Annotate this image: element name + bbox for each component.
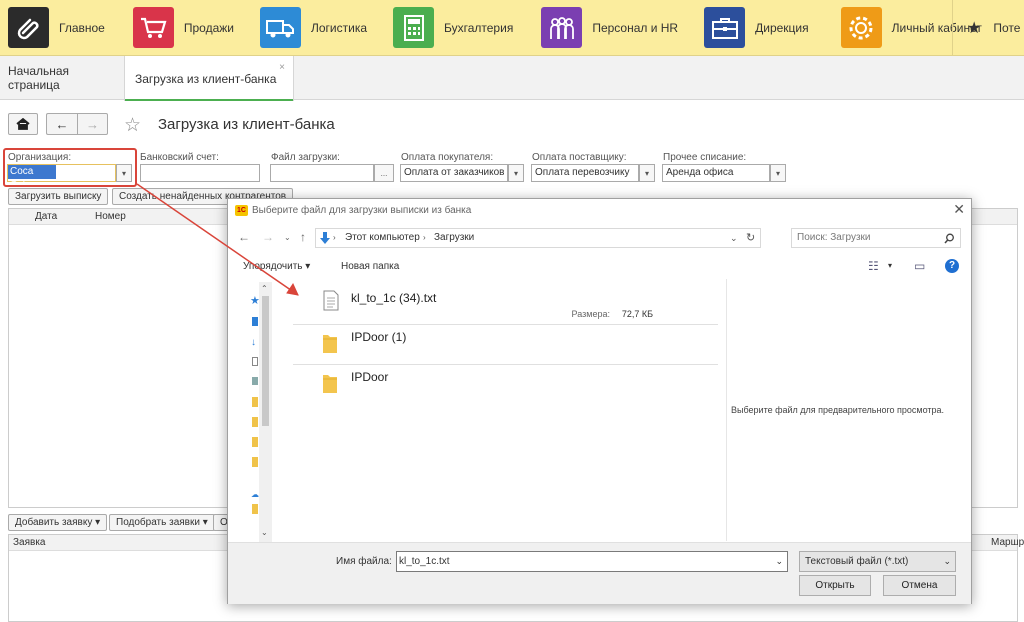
annotation-arrow [136,183,299,296]
